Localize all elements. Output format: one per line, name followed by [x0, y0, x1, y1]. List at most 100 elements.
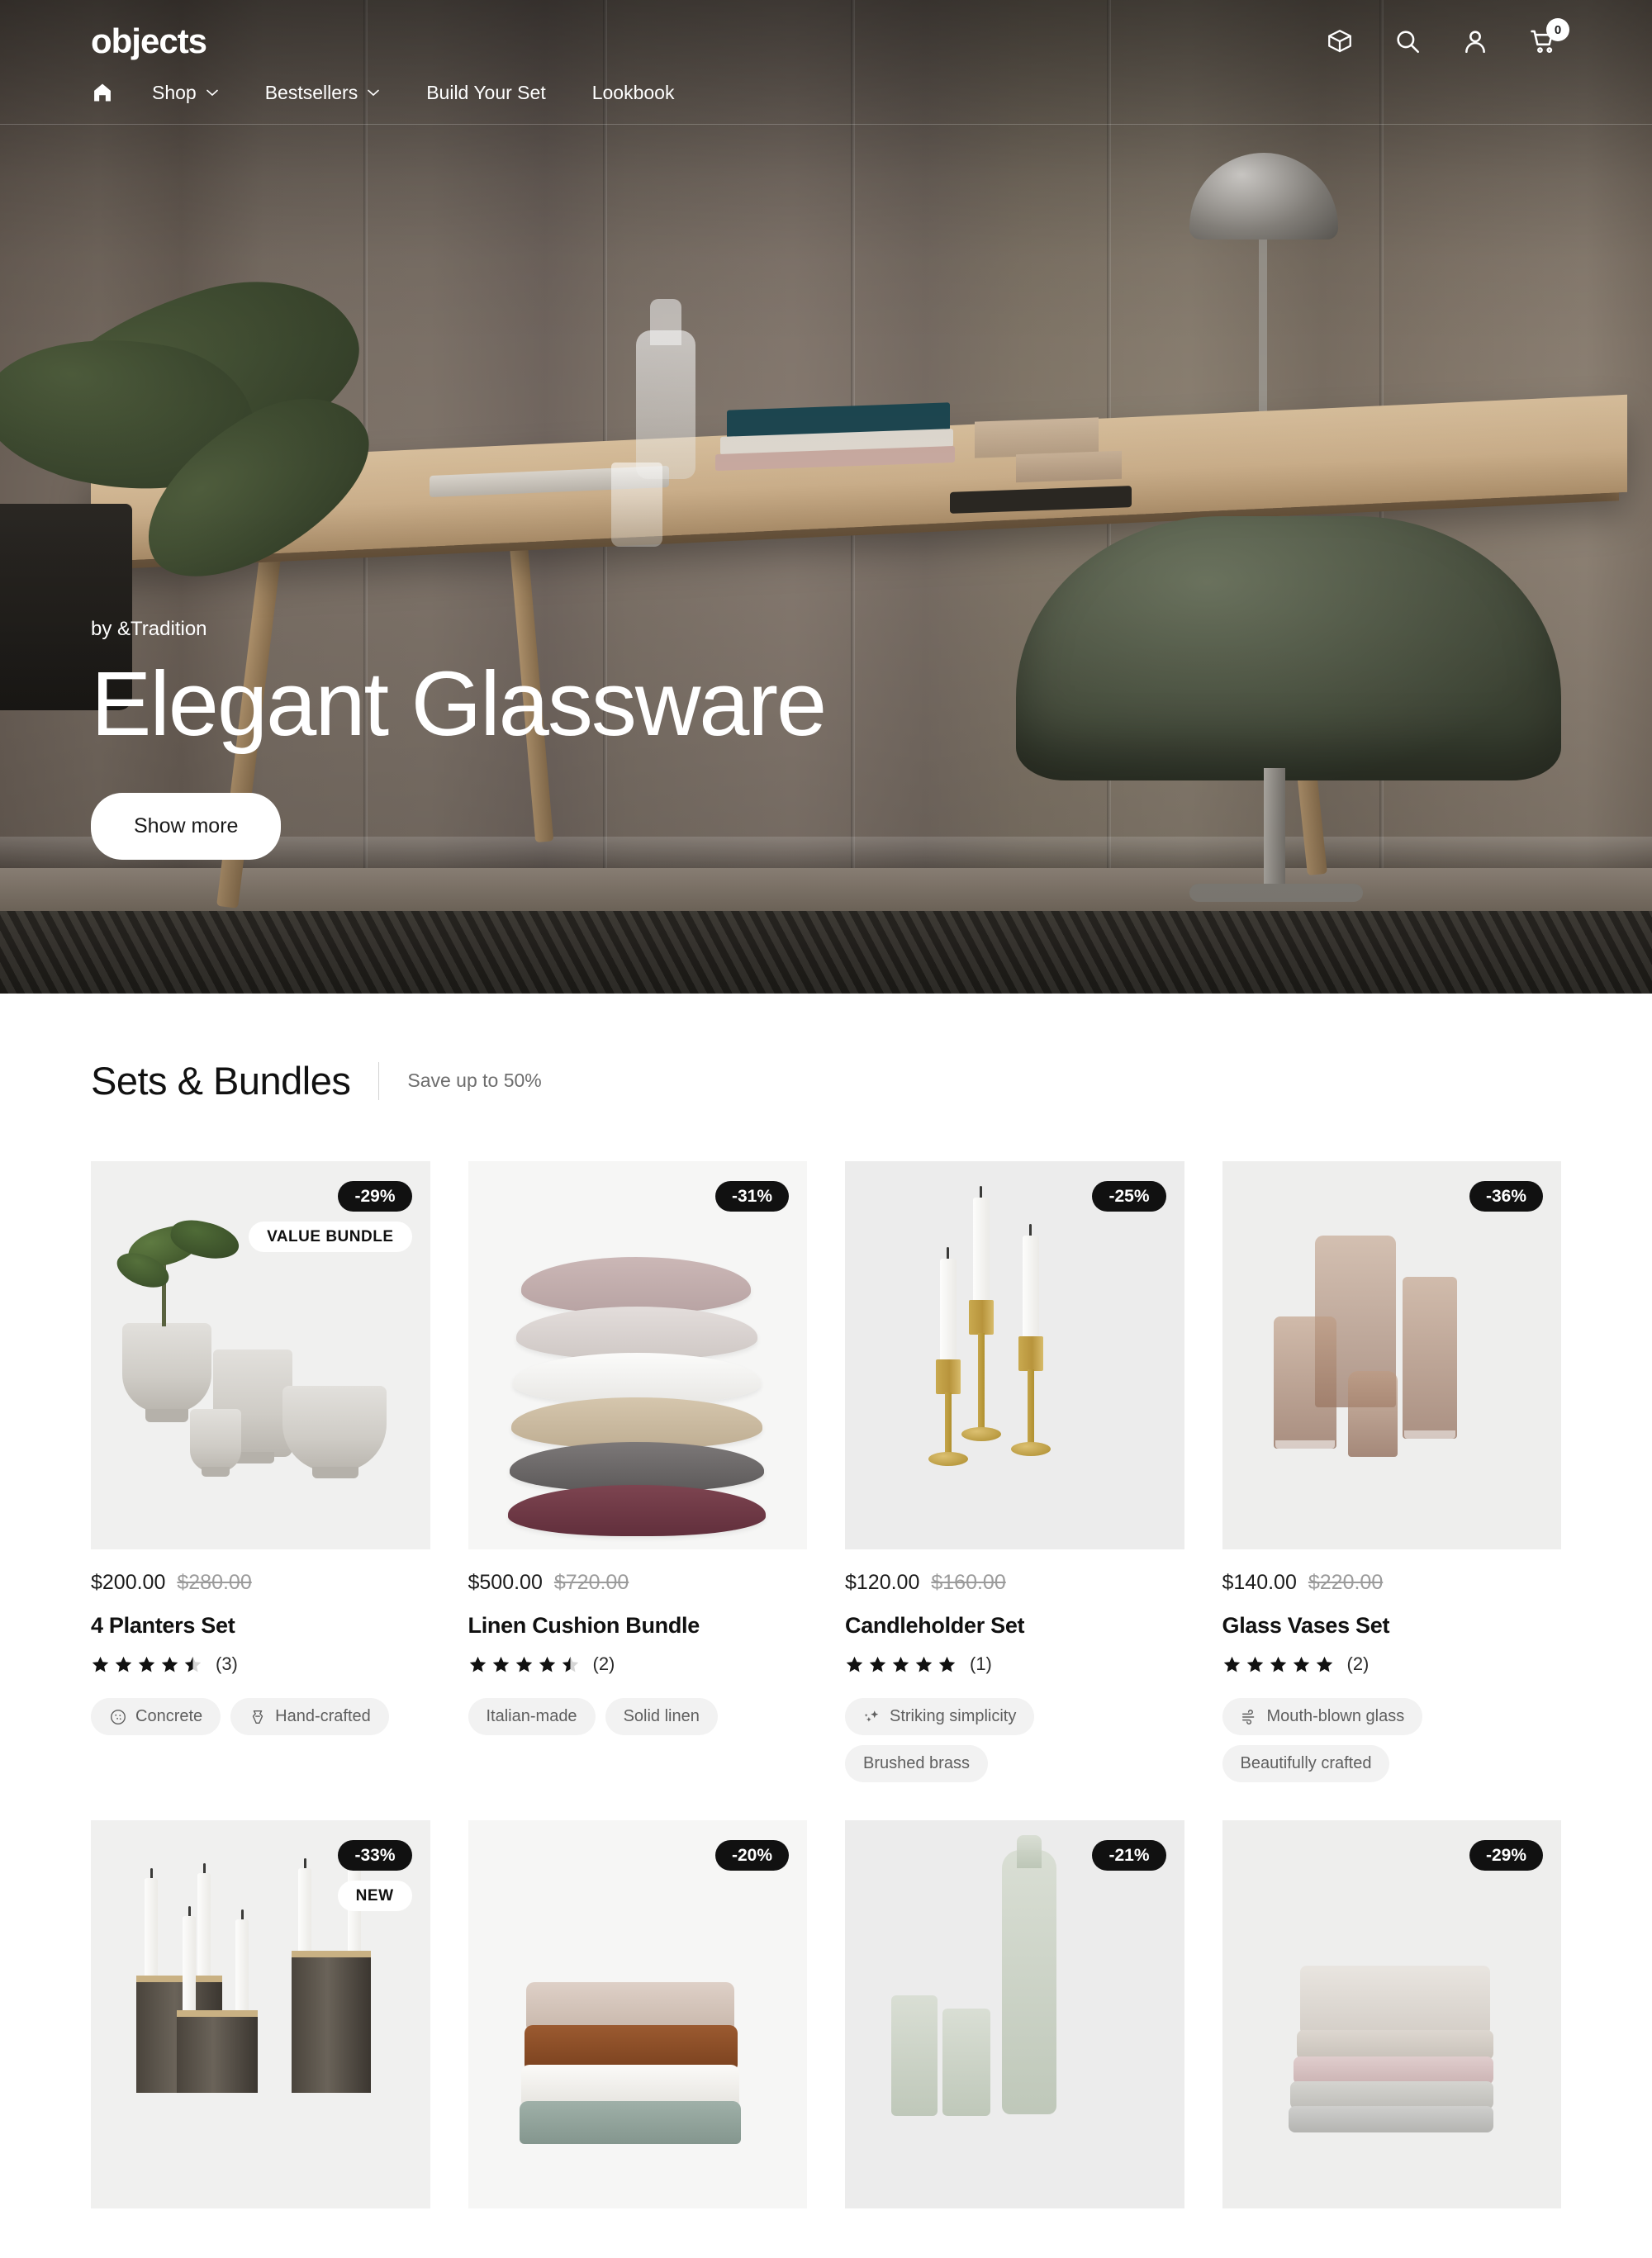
product-grid-row-2: -33% NEW -20% -21% -29%	[91, 1820, 1561, 2208]
star-icon	[1246, 1656, 1263, 1672]
nav-label: Lookbook	[591, 81, 675, 103]
sets-and-bundles-section: Sets & Bundles Save up to 50% -29% VALUE…	[0, 994, 1652, 2258]
account-icon[interactable]	[1457, 23, 1493, 59]
review-count: (3)	[216, 1653, 238, 1674]
product-card[interactable]: -25% $120.00 $160.00 Candleholder Set (1…	[845, 1161, 1184, 1782]
nav-home-icon[interactable]	[91, 81, 114, 104]
product-title[interactable]: Linen Cushion Bundle	[468, 1613, 808, 1639]
star-icon	[869, 1656, 886, 1672]
product-title[interactable]: Glass Vases Set	[1222, 1613, 1562, 1639]
star-icon	[846, 1656, 863, 1672]
product-title[interactable]: Candleholder Set	[845, 1613, 1184, 1639]
nav-item-build-your-set[interactable]: Build Your Set	[426, 82, 546, 104]
nav-item-lookbook[interactable]: Lookbook	[592, 82, 675, 104]
product-card[interactable]: -29%	[1222, 1820, 1561, 2208]
product-image[interactable]: -31%	[468, 1161, 807, 1549]
section-title: Sets & Bundles	[91, 1059, 351, 1103]
star-rating	[468, 1655, 580, 1674]
badge-stack: -36%	[1469, 1181, 1543, 1212]
price-row: $200.00 $280.00	[91, 1571, 430, 1595]
review-count: (1)	[970, 1653, 992, 1674]
nav-label: Bestsellers	[264, 81, 358, 103]
hero-title: Elegant Glassware	[91, 653, 827, 755]
price-original: $220.00	[1308, 1571, 1384, 1594]
product-image[interactable]: -29% VALUE BUNDLE	[91, 1161, 430, 1549]
discount-badge: -31%	[714, 1181, 789, 1212]
tag-label: Hand-crafted	[275, 1707, 371, 1725]
chevron-down-icon	[206, 89, 218, 97]
product-tag[interactable]: Concrete	[91, 1698, 221, 1735]
product-image[interactable]: -36%	[1222, 1161, 1561, 1549]
search-icon[interactable]	[1389, 23, 1426, 59]
product-tag[interactable]: Beautifully crafted	[1222, 1745, 1390, 1782]
product-title[interactable]: 4 Planters Set	[91, 1613, 430, 1639]
badge-stack: -21%	[1092, 1840, 1166, 1871]
review-count: (2)	[592, 1653, 615, 1674]
price-current: $500.00	[468, 1571, 543, 1594]
rating-row: (2)	[1222, 1653, 1562, 1675]
tag-label: Striking simplicity	[890, 1707, 1017, 1725]
product-image[interactable]: -20%	[468, 1820, 808, 2208]
discount-badge: -36%	[1469, 1181, 1543, 1212]
nav-item-shop[interactable]: Shop	[152, 82, 219, 104]
price-current: $140.00	[1222, 1571, 1297, 1594]
price-row: $120.00 $160.00	[845, 1571, 1184, 1595]
rating-row: (2)	[468, 1653, 808, 1675]
product-tag[interactable]: Mouth-blown glass	[1222, 1698, 1423, 1735]
product-tag[interactable]: Hand-crafted	[230, 1698, 389, 1735]
product-card[interactable]: -21%	[845, 1820, 1184, 2208]
product-info: $200.00 $280.00 4 Planters Set (3) Concr…	[91, 1549, 430, 1735]
tag-list: Italian-made Solid linen	[468, 1698, 808, 1735]
rating-row: (1)	[845, 1653, 1184, 1675]
product-card[interactable]: -36% $140.00 $220.00 Glass Vases Set (2)…	[1222, 1161, 1562, 1782]
towels-artwork	[468, 1820, 808, 2208]
product-tag[interactable]: Solid linen	[605, 1698, 718, 1735]
green-glass-artwork	[845, 1820, 1184, 2208]
product-grid-row-1: -29% VALUE BUNDLE $200.00 $280.00 4 Plan…	[91, 1161, 1561, 1782]
product-card[interactable]: -33% NEW	[91, 1820, 430, 2208]
price-row: $500.00 $720.00	[468, 1571, 808, 1595]
tag-label: Mouth-blown glass	[1266, 1707, 1405, 1725]
product-tag[interactable]: Striking simplicity	[845, 1698, 1035, 1735]
star-icon	[492, 1656, 509, 1672]
badge-stack: -29%	[1469, 1840, 1543, 1871]
product-card[interactable]: -29% VALUE BUNDLE $200.00 $280.00 4 Plan…	[91, 1161, 430, 1782]
product-image[interactable]: -21%	[845, 1820, 1184, 2208]
product-info: $140.00 $220.00 Glass Vases Set (2) Mout…	[1222, 1549, 1562, 1782]
show-more-button[interactable]: Show more	[91, 793, 282, 860]
star-icon	[539, 1656, 555, 1672]
package-icon[interactable]	[1322, 23, 1358, 59]
product-tag[interactable]: Brushed brass	[845, 1745, 988, 1782]
star-half-icon	[184, 1656, 202, 1672]
discount-badge: -25%	[1092, 1181, 1166, 1212]
tag-list: Mouth-blown glass Beautifully crafted	[1222, 1698, 1562, 1782]
star-icon	[115, 1656, 132, 1672]
star-icon	[1270, 1656, 1286, 1672]
wind-icon	[1241, 1709, 1254, 1724]
product-image[interactable]: -25%	[845, 1161, 1184, 1549]
concrete-icon	[111, 1709, 126, 1724]
product-image[interactable]: -33% NEW	[91, 1820, 430, 2208]
product-image[interactable]: -29%	[1222, 1820, 1561, 2208]
product-card[interactable]: -31% $500.00 $720.00 Linen Cushion Bundl…	[468, 1161, 808, 1782]
brand-logo[interactable]: objects	[91, 24, 207, 59]
review-count: (2)	[1346, 1653, 1370, 1674]
star-icon	[469, 1656, 486, 1672]
nav-item-bestsellers[interactable]: Bestsellers	[265, 82, 380, 104]
candleholders-artwork	[845, 1161, 1184, 1549]
star-icon	[138, 1656, 155, 1672]
product-tag[interactable]: Italian-made	[468, 1698, 596, 1735]
product-info: $500.00 $720.00 Linen Cushion Bundle (2)	[468, 1549, 808, 1735]
price-current: $120.00	[845, 1571, 920, 1594]
cart-icon[interactable]: 0	[1525, 18, 1569, 59]
star-icon	[938, 1656, 956, 1672]
sparkle-icon	[864, 1710, 879, 1722]
price-original: $280.00	[177, 1571, 252, 1594]
tag-label: Brushed brass	[863, 1754, 970, 1772]
nav-label: Build Your Set	[426, 81, 546, 103]
product-card[interactable]: -20%	[468, 1820, 808, 2208]
flag-badge: NEW	[337, 1881, 412, 1911]
tag-label: Concrete	[135, 1707, 203, 1725]
divider	[378, 1061, 380, 1100]
discount-badge: -33%	[338, 1840, 412, 1871]
